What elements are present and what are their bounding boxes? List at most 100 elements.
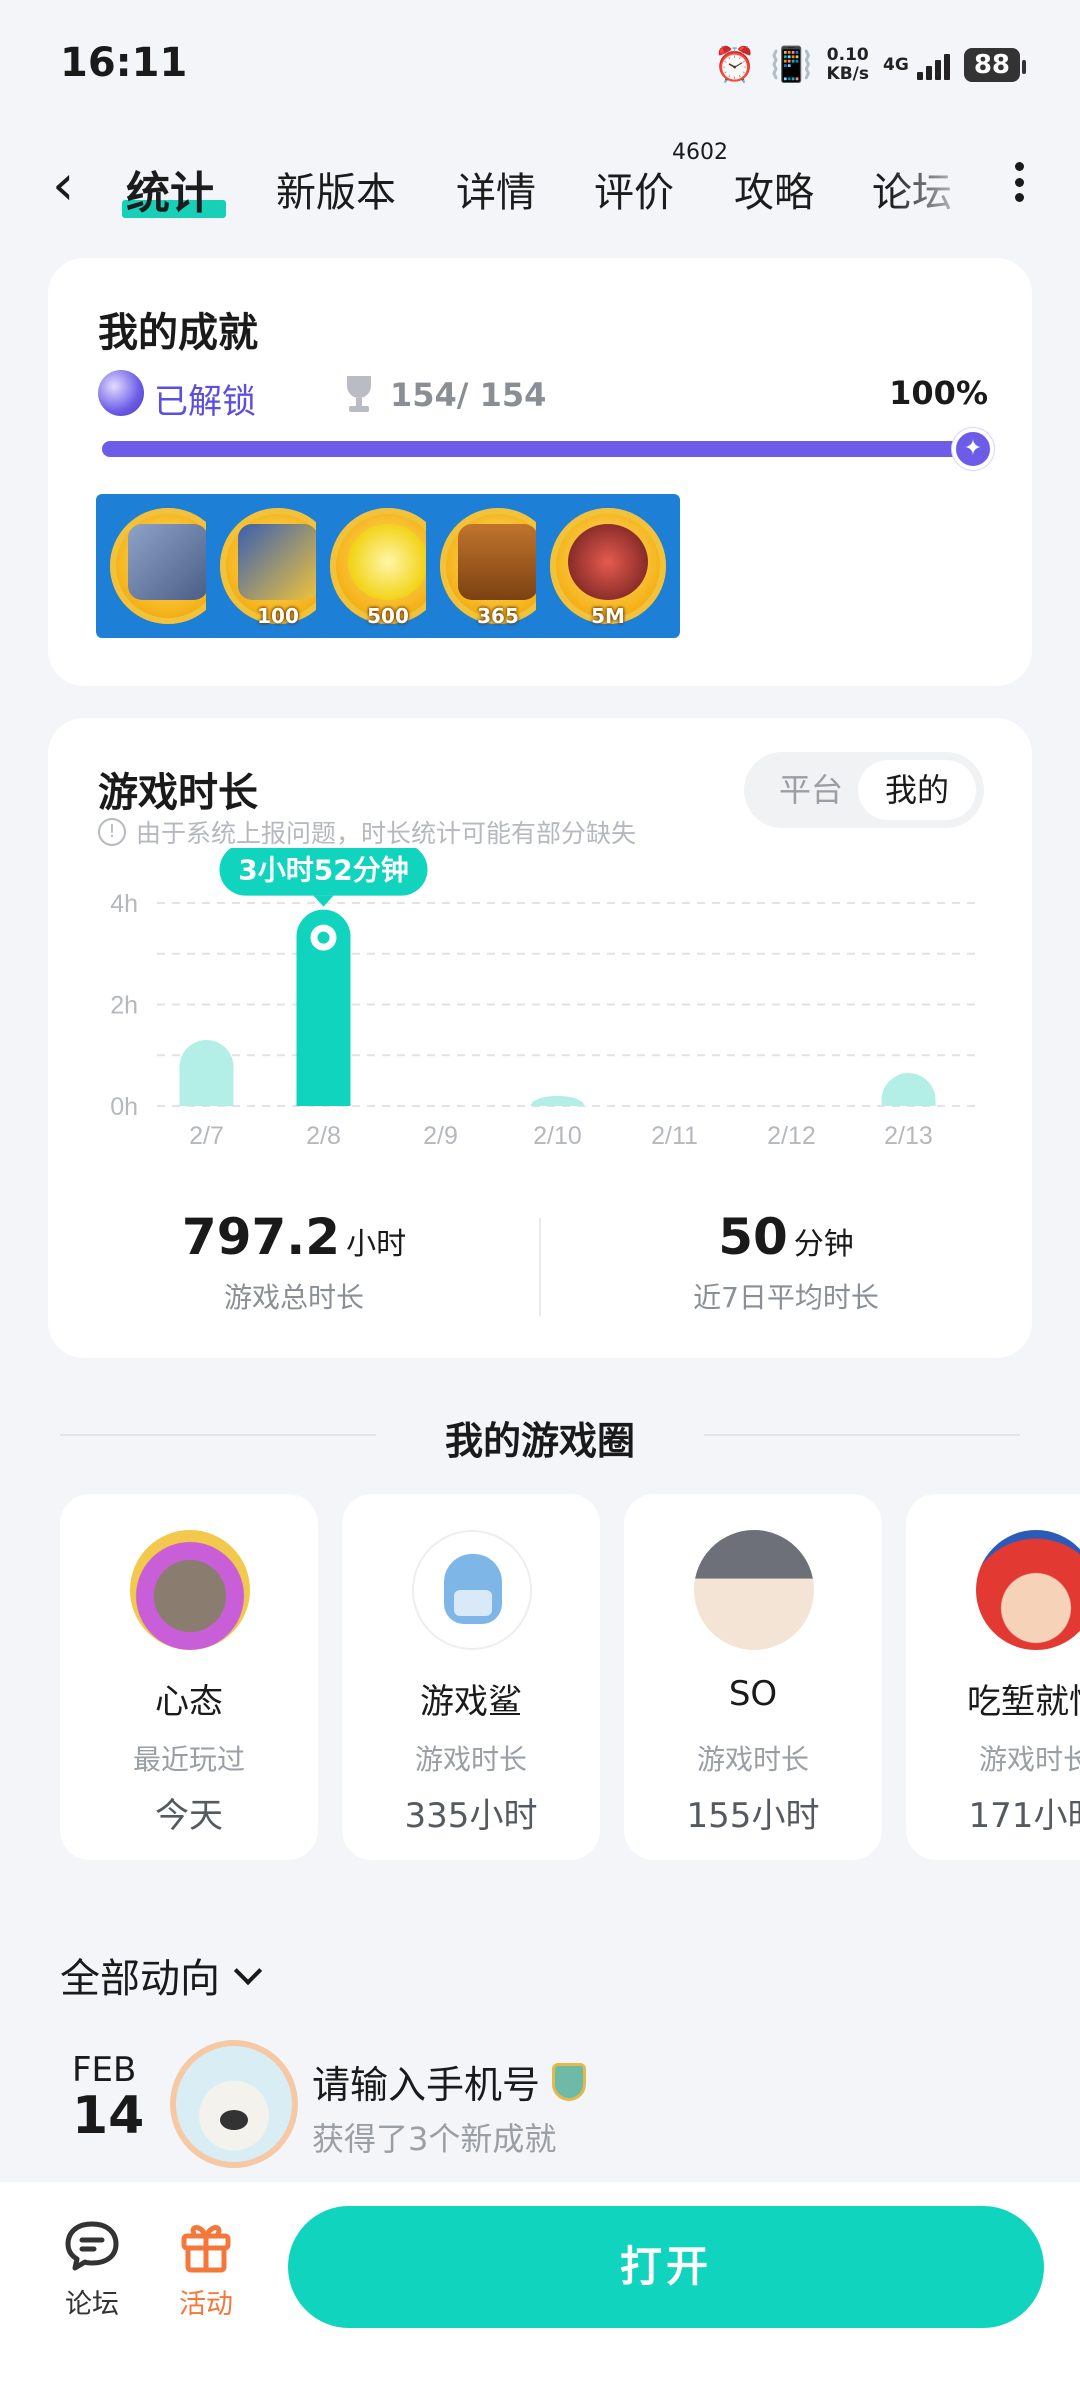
avatar[interactable] (170, 2040, 298, 2168)
status-bar: 16:11 ⏰ 📳 0.10 KB/s 4G 88 (0, 0, 1080, 130)
vibrate-icon: 📳 (770, 45, 813, 85)
achievements-title: 我的成就 (98, 310, 258, 356)
avatar (976, 1530, 1080, 1650)
nav-events[interactable]: 活动 (156, 2218, 256, 2321)
feed-month: FEB (72, 2050, 137, 2090)
chart-bar (179, 1040, 234, 1106)
toggle-platform[interactable]: 平台 (752, 760, 870, 820)
x-tick-label: 2/7 (189, 1122, 224, 1150)
x-tick-label: 2/11 (651, 1122, 698, 1150)
avg-playtime-label: 近7日平均时长 (693, 1281, 879, 1314)
playtime-toggle: 平台 我的 (744, 752, 984, 828)
feed-text: 获得了3个新成就 (312, 2120, 557, 2158)
shield-icon (552, 2062, 587, 2101)
feed-filter[interactable]: 全部动向 (60, 1946, 263, 2004)
bar-marker-dot (317, 931, 330, 944)
nav-events-label: 活动 (179, 2289, 233, 2320)
x-tick-label: 2/12 (767, 1122, 816, 1150)
friend-name: 心态 (155, 1682, 223, 1722)
tab-reviews[interactable]: 评价 (594, 160, 674, 218)
avg-playtime-value: 50 (718, 1208, 788, 1266)
net-speed-value: 0.10 (826, 45, 869, 65)
review-count-badge: 4602 (672, 140, 728, 165)
friend-card[interactable]: 心态 最近玩过 今天 (60, 1494, 318, 1860)
unlocked-label: 已解锁 (154, 382, 256, 422)
friend-name: 游戏鲨 (420, 1682, 522, 1722)
alarm-icon: ⏰ (713, 45, 757, 85)
tab-details[interactable]: 详情 (456, 160, 536, 218)
friend-stat-label: 游戏时长 (414, 1743, 527, 1776)
feed-filter-label: 全部动向 (60, 1956, 220, 2002)
net-speed: 0.10 KB/s (827, 46, 869, 84)
y-tick-label: 0h (110, 1093, 138, 1121)
friend-card[interactable]: SO 游戏时长 155小时 (624, 1494, 882, 1860)
playtime-card: 游戏时长 ! 由于系统上报问题，时长统计可能有部分缺失 平台 我的 0h 2h 4h… (48, 718, 1032, 1358)
network-type: 4G (883, 55, 909, 75)
net-speed-unit: KB/s (826, 64, 870, 84)
y-tick-label: 2h (110, 992, 138, 1020)
avatar (130, 1530, 250, 1650)
friend-name: 吃堑就懂 (967, 1682, 1080, 1722)
unlocked-icon (98, 370, 144, 416)
total-playtime-value: 797.2 (181, 1208, 341, 1266)
friend-name: SO (728, 1674, 778, 1714)
battery-icon: 88 (963, 48, 1027, 82)
friend-stat-value: 今天 (155, 1796, 223, 1836)
achievements-summary: 已解锁 154/ 154 100% (98, 370, 988, 422)
feed-day: 14 (72, 2086, 145, 2146)
total-playtime-unit: 小时 (346, 1227, 407, 1262)
status-icons: ⏰ 📳 0.10 KB/s 4G 88 (713, 40, 1027, 90)
avatar (412, 1530, 532, 1650)
achievement-count: 154/ 154 (390, 376, 547, 414)
signal-icon (916, 50, 950, 80)
game-circle-list: 心态 最近玩过 今天 游戏鲨 游戏时长 335小时 SO 游戏时长 155小时 … (60, 1494, 1080, 1860)
nav-forum-label: 论坛 (65, 2289, 119, 2320)
bar-tooltip-arrow (313, 895, 334, 907)
chart-bar (881, 1073, 936, 1106)
game-circle-title: 我的游戏圈 (444, 1419, 635, 1463)
playtime-note-text: 由于系统上报问题，时长统计可能有部分缺失 (136, 819, 637, 848)
avatar (694, 1530, 814, 1650)
friend-card[interactable]: 吃堑就懂 游戏时长 171小时 (906, 1494, 1080, 1860)
friend-stat-label: 游戏时长 (696, 1743, 809, 1776)
info-icon: ! (98, 818, 126, 846)
total-playtime: 797.2 小时 游戏总时长 (48, 1208, 540, 1316)
friend-stat-label: 最近玩过 (132, 1743, 245, 1776)
x-tick-label: 2/10 (533, 1122, 582, 1150)
playtime-totals: 797.2 小时 游戏总时长 50 分钟 近7日平均时长 (48, 1208, 1032, 1328)
achievement-progress-bar: ✦ (102, 428, 994, 470)
feed-user-name: 请输入手机号 (312, 2063, 541, 2107)
friend-stat-value: 155小时 (686, 1796, 820, 1836)
x-tick-label: 2/9 (423, 1122, 458, 1150)
achievement-progress-fill: ✦ (102, 428, 994, 470)
achievement-percent: 100% (889, 374, 988, 412)
friend-stat-value: 171小时 (968, 1796, 1080, 1836)
tab-guides[interactable]: 攻略 (734, 160, 814, 218)
playtime-title: 游戏时长 (98, 770, 258, 816)
open-button[interactable]: 打开 (288, 2206, 1044, 2328)
achievement-badges: 100 500 365 5M (96, 494, 976, 640)
friend-card[interactable]: 游戏鲨 游戏时长 335小时 (342, 1494, 600, 1860)
y-tick-label: 4h (110, 890, 138, 918)
chart-bar (530, 1095, 585, 1106)
tab-new-version[interactable]: 新版本 (276, 160, 396, 218)
nav-forum[interactable]: 论坛 (42, 2218, 142, 2321)
chat-bubble-icon (62, 2218, 122, 2274)
back-button[interactable]: ‹ (52, 158, 74, 214)
x-tick-label: 2/8 (306, 1122, 341, 1150)
toggle-mine[interactable]: 我的 (858, 760, 976, 820)
friend-stat-label: 游戏时长 (978, 1743, 1080, 1776)
bottom-bar: 论坛 活动 打开 (0, 2182, 1080, 2400)
total-playtime-label: 游戏总时长 (223, 1281, 364, 1314)
x-tick-label: 2/13 (884, 1122, 933, 1150)
gift-icon (176, 2218, 236, 2274)
more-icon[interactable] (1014, 162, 1024, 202)
bomb-badge-icon[interactable]: 5M (536, 494, 680, 638)
game-circle-header: 我的游戏圈 (60, 1404, 1020, 1464)
achievements-card[interactable]: 我的成就 已解锁 154/ 154 100% ✦ 100 500 365 5M (48, 258, 1032, 686)
feed-item[interactable]: FEB 14 请输入手机号 获得了3个新成就 (60, 2040, 1020, 2170)
tab-bar: ‹ 统计 新版本 详情 评价 4602 攻略 论坛 (0, 140, 1080, 230)
status-time: 16:11 (60, 40, 188, 86)
tab-stats[interactable]: 统计 (126, 157, 214, 221)
bar-tooltip-label: 3小时52分钟 (238, 854, 408, 887)
